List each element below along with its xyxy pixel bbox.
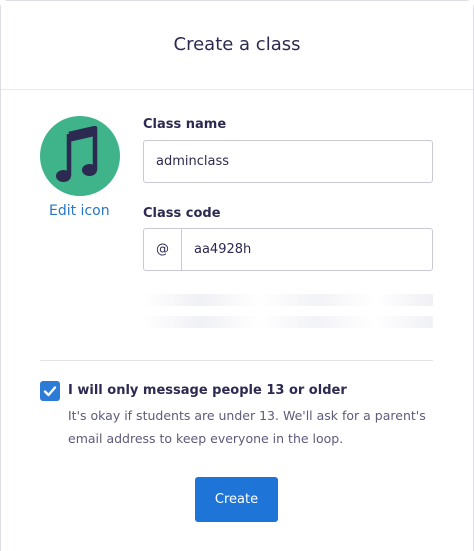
class-name-label: Class name <box>143 117 227 132</box>
dialog-title: Create a class <box>173 33 301 55</box>
at-prefix: @ <box>144 229 182 270</box>
create-class-dialog: Create a class <box>0 0 474 551</box>
create-button[interactable]: Create <box>195 477 278 522</box>
class-name-input[interactable]: adminclass <box>143 140 433 183</box>
edit-icon-link[interactable]: Edit icon <box>49 203 110 219</box>
class-name-value: adminclass <box>156 154 230 169</box>
age-confirm-description: It's okay if students are under 13. We'l… <box>68 408 426 446</box>
class-code-value: aa4928h <box>194 242 252 257</box>
age-confirm-title: I will only message people 13 or older <box>68 383 347 398</box>
divider <box>40 360 433 361</box>
age-confirm-checkbox[interactable] <box>40 381 60 401</box>
faded-hint-line <box>143 316 433 328</box>
class-code-input[interactable]: @ aa4928h <box>143 228 433 271</box>
checkmark-icon <box>43 386 57 397</box>
faded-hint-line <box>143 294 433 306</box>
class-code-label: Class code <box>143 206 221 221</box>
dialog-header: Create a class <box>1 1 473 90</box>
music-note-icon <box>56 126 98 182</box>
class-avatar <box>40 116 120 196</box>
